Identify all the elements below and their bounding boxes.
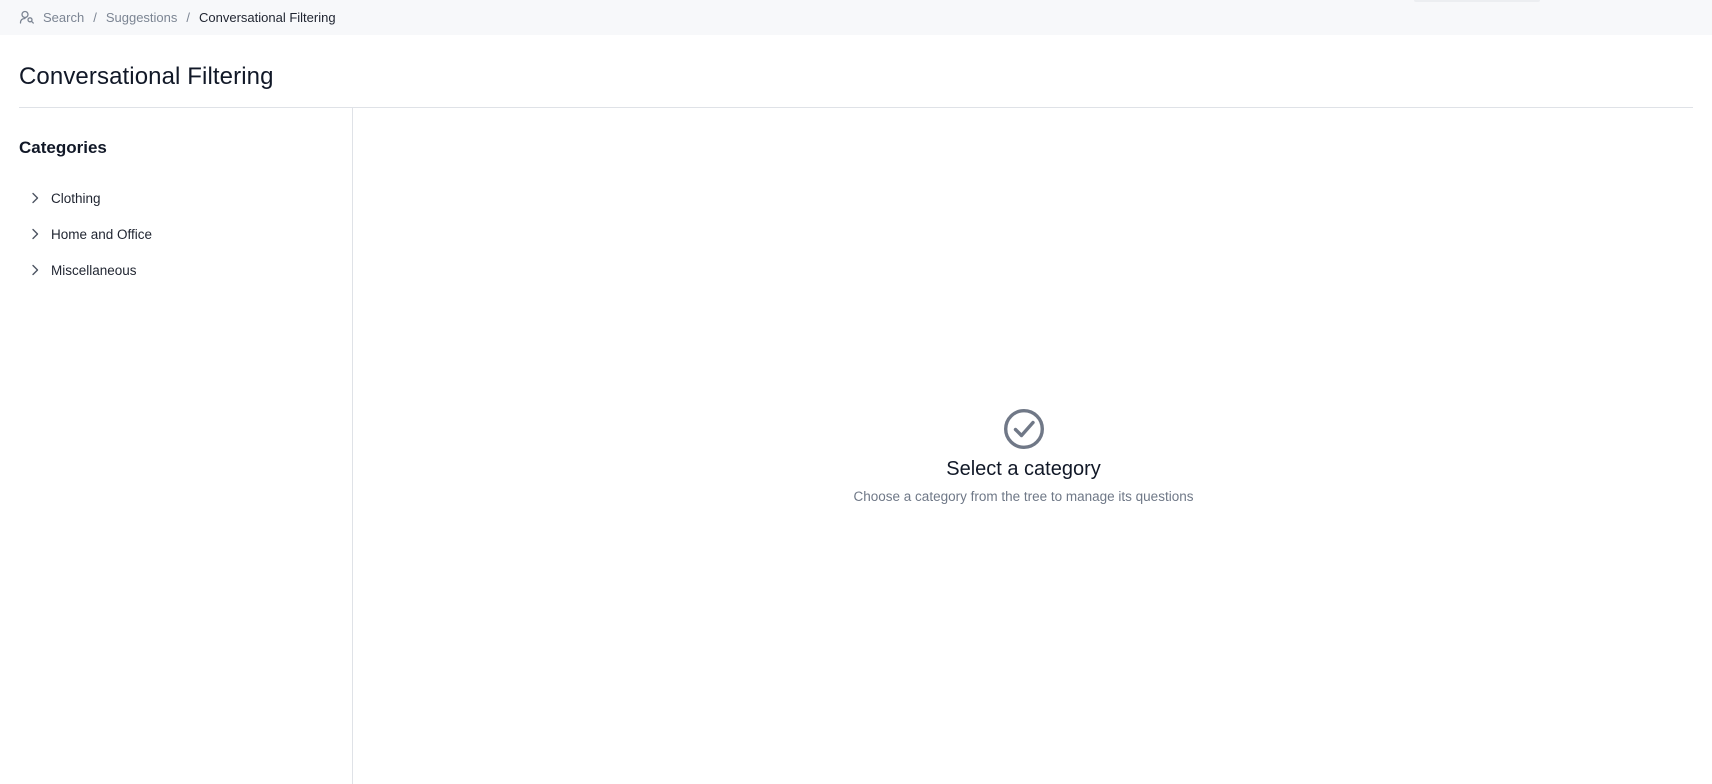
search-users-icon [19,9,35,25]
topbar-shadow [1414,0,1540,2]
breadcrumb-separator: / [93,9,97,25]
tree-item-clothing[interactable]: Clothing [27,180,152,216]
category-tree: Clothing Home and Office Miscellaneous [27,180,152,288]
chevron-right-icon[interactable] [27,226,43,242]
check-circle-icon [1003,408,1045,450]
tree-item-home-and-office[interactable]: Home and Office [27,216,152,252]
breadcrumb: Search / Suggestions / Conversational Fi… [19,0,336,34]
categories-sidebar: Categories Clothing Home and Office Misc… [0,108,353,784]
categories-heading: Categories [19,138,107,157]
tree-item-label: Home and Office [51,226,153,242]
breadcrumb-separator: / [186,9,191,25]
top-bar: Search / Suggestions / Conversational Fi… [0,0,1712,35]
tree-item-label: Clothing [51,190,101,206]
breadcrumb-current: Conversational Filtering [199,9,336,25]
tree-item-miscellaneous[interactable]: Miscellaneous [27,252,152,288]
page-title: Conversational Filtering [19,63,274,90]
empty-state: Select a category Choose a category from… [354,408,1693,504]
chevron-right-icon[interactable] [27,190,43,206]
chevron-right-icon[interactable] [27,262,43,278]
breadcrumb-suggestions[interactable]: Suggestions [106,10,178,25]
tree-item-label: Miscellaneous [51,262,137,278]
breadcrumb-search[interactable]: Search [43,10,84,25]
main-panel: Select a category Choose a category from… [354,108,1693,784]
empty-state-subtitle: Choose a category from the tree to manag… [853,489,1194,504]
empty-state-title: Select a category [946,458,1101,480]
